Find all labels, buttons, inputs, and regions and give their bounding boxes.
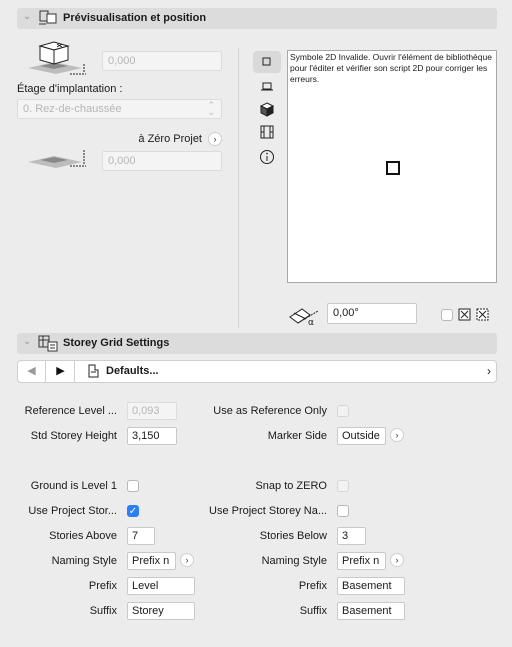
storey-label: Étage d'implantation : — [17, 83, 123, 95]
use-as-reference-checkbox[interactable] — [337, 405, 349, 417]
angle-field[interactable]: 0,00° — [327, 303, 417, 324]
view-section-button[interactable] — [253, 121, 281, 143]
zero-label: à Zéro Projet — [138, 133, 202, 145]
mirror-x-icon[interactable] — [458, 308, 472, 325]
stories-above-label: Stories Above — [49, 530, 117, 542]
vertical-divider — [238, 48, 239, 328]
updown-icon: ⌃ ⌄ — [207, 100, 215, 117]
preset-selector[interactable]: Defaults... › — [76, 361, 496, 382]
angle-icon: α — [288, 305, 320, 330]
cube-icon — [259, 102, 275, 117]
use-project-name-checkbox[interactable] — [337, 505, 349, 517]
naming-style-select-right[interactable]: Prefix n — [337, 552, 386, 570]
square-icon — [262, 57, 271, 66]
preview-section-title: Prévisualisation et position — [63, 12, 207, 24]
view-2d-button[interactable] — [253, 51, 281, 73]
zero-field[interactable]: 0,000 — [102, 151, 222, 171]
svg-text:α: α — [308, 318, 314, 327]
view-3d-button[interactable] — [253, 98, 281, 120]
preview-position-icon — [38, 10, 58, 29]
preset-name: Defaults... — [106, 365, 159, 377]
naming-style-label-left: Naming Style — [51, 555, 117, 567]
reference-level-field[interactable]: 0,093 — [127, 402, 177, 420]
zero-arrow-button[interactable]: › — [208, 132, 222, 146]
stories-above-field[interactable]: 7 — [127, 527, 155, 545]
suffix-label-left: Suffix — [89, 605, 117, 617]
chevron-down-icon[interactable]: ⌄ — [23, 336, 31, 347]
mirror-checkbox[interactable] — [441, 309, 453, 321]
preset-bar: ◀ ▶ Defaults... › — [17, 360, 497, 383]
marker-side-arrow-button[interactable]: › — [390, 428, 404, 442]
naming-style-label-right: Naming Style — [261, 555, 327, 567]
zero-level-icon — [24, 148, 90, 177]
storey-select-value: 0. Rez-de-chaussée — [23, 103, 122, 115]
snap-zero-label: Snap to ZERO — [255, 480, 327, 492]
suffix-label-right: Suffix — [299, 605, 327, 617]
prefix-label-right: Prefix — [298, 580, 327, 592]
use-project-storey-label: Use Project Stor... — [28, 505, 117, 517]
next-preset-button[interactable]: ▶ — [47, 361, 75, 382]
film-strip-icon — [260, 125, 274, 139]
stories-below-label: Stories Below — [259, 530, 327, 542]
preview-placeholder-square — [386, 161, 400, 175]
marker-side-select[interactable]: Outside — [337, 427, 386, 445]
info-icon — [260, 150, 274, 164]
ground-level-label: Ground is Level 1 — [30, 480, 117, 492]
prefix-label-left: Prefix — [88, 580, 117, 592]
marker-side-label: Marker Side — [267, 430, 327, 442]
object-offset-icon — [24, 40, 90, 83]
mirror-y-icon[interactable] — [476, 308, 490, 325]
prefix-field-right[interactable]: Basement — [337, 577, 405, 595]
prev-preset-button[interactable]: ◀ — [18, 361, 46, 382]
std-height-label: Std Storey Height — [30, 430, 117, 442]
preview-canvas[interactable]: Symbole 2D Invalide. Ouvrir l'élément de… — [287, 50, 497, 283]
offset-field[interactable]: 0,000 — [102, 51, 222, 71]
elevation-icon — [261, 82, 273, 91]
storey-select[interactable]: 0. Rez-de-chaussée ⌃ ⌄ — [17, 99, 222, 119]
stories-below-field[interactable]: 3 — [337, 527, 366, 545]
use-as-reference-label: Use as Reference Only — [213, 405, 327, 417]
favorites-icon — [86, 364, 100, 381]
chevron-right-icon: › — [487, 364, 491, 378]
use-project-name-label: Use Project Storey Na... — [209, 505, 327, 517]
std-height-field[interactable]: 3,150 — [127, 427, 177, 445]
chevron-down-icon[interactable]: ⌄ — [23, 11, 31, 22]
snap-zero-checkbox[interactable] — [337, 480, 349, 492]
reference-level-label: Reference Level ... — [24, 405, 117, 417]
naming-style-select-left[interactable]: Prefix n — [127, 552, 176, 570]
preview-section-header[interactable]: ⌄ Prévisualisation et position — [17, 8, 497, 29]
preview-error-message: Symbole 2D Invalide. Ouvrir l'élément de… — [290, 52, 492, 84]
ground-level-checkbox[interactable] — [127, 480, 139, 492]
grid-section-header[interactable]: ⌄ Storey Grid Settings — [17, 333, 497, 354]
suffix-field-right[interactable]: Basement — [337, 602, 405, 620]
grid-section-title: Storey Grid Settings — [63, 337, 170, 349]
use-project-storey-checkbox[interactable]: ✓ — [127, 505, 139, 517]
naming-style-arrow-right[interactable]: › — [390, 553, 404, 567]
view-info-button[interactable] — [253, 146, 281, 168]
view-elevation-button[interactable] — [253, 75, 281, 97]
grid-settings-icon — [38, 335, 58, 355]
